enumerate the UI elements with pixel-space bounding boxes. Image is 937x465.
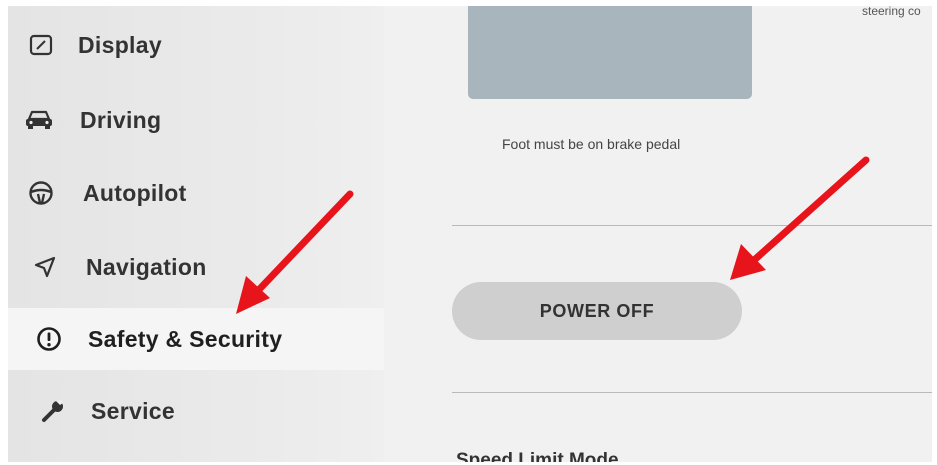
speed-limit-mode-title: Speed Limit Mode: [456, 450, 619, 462]
sidebar-item-safety-security[interactable]: Safety & Security: [8, 308, 388, 370]
divider: [452, 225, 932, 226]
sidebar-item-label: Navigation: [86, 253, 207, 280]
steering-label: steering co: [862, 6, 921, 18]
screen-frame: Display Driving Autopilot Navigation Saf: [8, 6, 932, 462]
wrench-icon: [40, 398, 66, 424]
sidebar-item-label: Autopilot: [83, 179, 187, 206]
sidebar-item-label: Display: [78, 31, 162, 58]
power-off-button[interactable]: POWER OFF: [452, 282, 742, 340]
settings-content: steering co Foot must be on brake pedal …: [384, 6, 932, 462]
car-icon: [24, 107, 54, 133]
divider: [452, 392, 932, 393]
exclamation-circle-icon: [36, 326, 62, 352]
preview-panel: [468, 6, 752, 99]
sidebar-item-label: Service: [91, 397, 175, 424]
sidebar-item-label: Driving: [80, 106, 162, 133]
navigation-arrow-icon: [32, 254, 58, 280]
display-icon: [28, 32, 54, 58]
steering-wheel-icon: [28, 180, 54, 206]
brake-pedal-note: Foot must be on brake pedal: [502, 136, 681, 152]
settings-sidebar: Display Driving Autopilot Navigation Saf: [8, 6, 388, 462]
sidebar-item-label: Safety & Security: [88, 325, 283, 352]
